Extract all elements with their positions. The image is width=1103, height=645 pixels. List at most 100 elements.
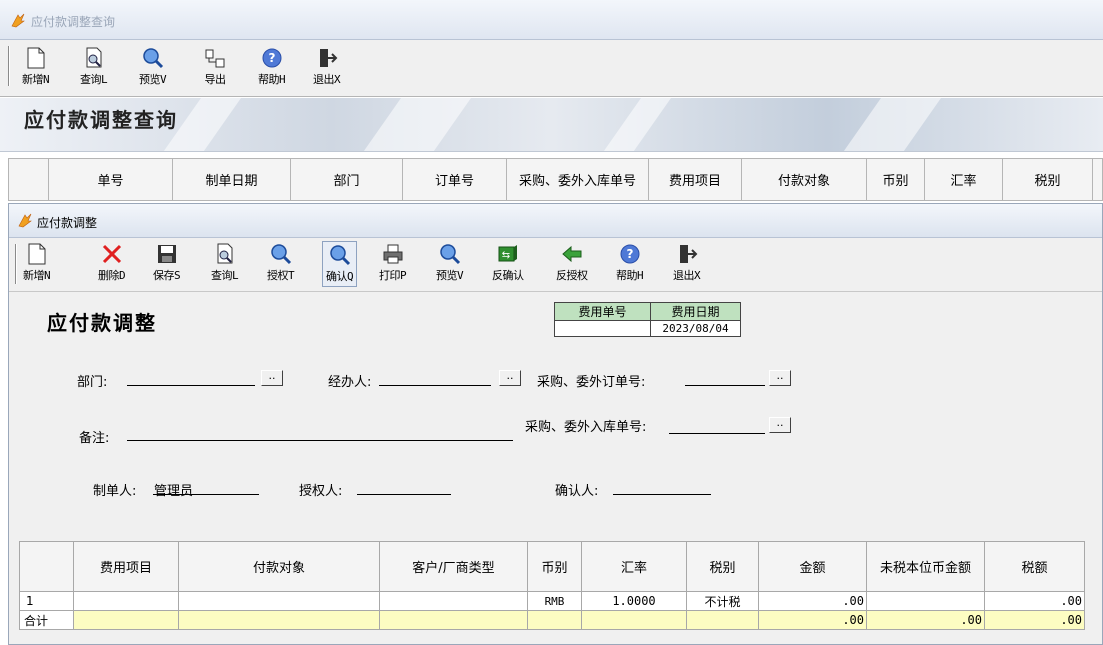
handler-field[interactable]	[379, 385, 491, 386]
fee-date-label: 费用日期	[650, 302, 741, 321]
creator-label: 制单人:	[93, 484, 137, 499]
inbound-no-browse-button[interactable]: ..	[769, 417, 791, 433]
total-label: 合计	[19, 610, 74, 630]
printer-icon	[381, 243, 405, 265]
list-col-header[interactable]: 单号	[49, 159, 173, 200]
outer-new-button[interactable]: 新增N	[22, 47, 50, 87]
order-no-label: 采购、委外订单号:	[537, 375, 646, 390]
save-disk-icon	[155, 243, 179, 265]
cell-rate[interactable]: 1.0000	[581, 591, 687, 611]
new-document-icon	[25, 243, 49, 265]
grid-col-header[interactable]: 税别	[686, 541, 759, 592]
cell-fee-item[interactable]	[73, 591, 179, 611]
remark-label: 备注:	[79, 431, 110, 446]
inner-unauthorize-button[interactable]: 反授权	[556, 243, 588, 283]
grid-col-header[interactable]: 汇率	[581, 541, 687, 592]
inner-authorize-button[interactable]: 授权T	[267, 243, 295, 283]
dept-browse-button[interactable]: ..	[261, 370, 283, 386]
order-no-field[interactable]	[685, 385, 765, 386]
svg-text:?: ?	[626, 247, 633, 261]
inner-preview-button[interactable]: 预览V	[436, 243, 464, 283]
grid-col-header[interactable]: 金额	[758, 541, 867, 592]
list-col-header[interactable]: 采购、委外入库单号	[507, 159, 649, 200]
outer-banner-title: 应付款调整查询	[24, 108, 178, 132]
banner-decoration	[831, 98, 949, 151]
help-icon: ?	[260, 47, 284, 69]
inner-unconfirm-button[interactable]: ⇆ 反确认	[492, 243, 524, 283]
inner-query-button[interactable]: 查询L	[211, 243, 239, 283]
cell-party-type[interactable]	[379, 591, 528, 611]
inner-delete-button[interactable]: 删除D	[98, 243, 126, 283]
remark-field[interactable]	[127, 440, 513, 441]
grid-col-header[interactable]: 税额	[984, 541, 1085, 592]
list-col-header[interactable]: 部门	[291, 159, 403, 200]
inner-title-bar: 应付款调整	[9, 204, 1102, 238]
list-col-header[interactable]: 订单号	[403, 159, 507, 200]
outer-preview-button[interactable]: 预览V	[139, 47, 167, 87]
grid-col-header[interactable]: 费用项目	[73, 541, 179, 592]
grid-col-header	[19, 541, 74, 592]
inner-save-button[interactable]: 保存S	[153, 243, 181, 283]
grid-col-header[interactable]: 付款对象	[178, 541, 380, 592]
outer-title-bar: 应付款调整查询	[0, 0, 1103, 40]
list-header-spacer	[9, 159, 49, 200]
cell-currency[interactable]: RMB	[527, 591, 582, 611]
list-col-header[interactable]: 付款对象	[742, 159, 867, 200]
cell-amount[interactable]: .00	[758, 591, 867, 611]
inner-confirm-button[interactable]: 确认Q	[322, 241, 358, 287]
total-cell	[527, 610, 582, 630]
inner-new-button[interactable]: 新增N	[23, 243, 51, 283]
query-document-icon	[213, 243, 237, 265]
grid-col-header[interactable]: 币别	[527, 541, 582, 592]
outer-exit-button[interactable]: 退出X	[313, 47, 341, 87]
inner-print-button[interactable]: 打印P	[379, 243, 407, 283]
toolbar-grip	[15, 244, 17, 284]
order-no-browse-button[interactable]: ..	[769, 370, 791, 386]
list-col-header[interactable]: 汇率	[925, 159, 1003, 200]
dept-label: 部门:	[77, 375, 108, 390]
outer-query-button[interactable]: 查询L	[80, 47, 108, 87]
outer-toolbar: 新增N 查询L 预览V 导出 ? 帮助H 退出X	[0, 40, 1103, 97]
magnifier-icon	[269, 243, 293, 265]
total-cell	[581, 610, 687, 630]
svg-text:?: ?	[268, 51, 275, 65]
inner-help-button[interactable]: ? 帮助H	[616, 243, 644, 283]
list-col-header[interactable]: 币别	[867, 159, 925, 200]
authorizer-field[interactable]	[357, 494, 451, 495]
total-cell	[686, 610, 759, 630]
toolbar-grip	[8, 46, 10, 86]
new-document-icon	[24, 47, 48, 69]
outer-export-button[interactable]: 导出	[203, 47, 227, 87]
row-number: 1	[19, 591, 74, 611]
inner-exit-button[interactable]: 退出X	[673, 243, 701, 283]
confirmer-field[interactable]	[613, 494, 711, 495]
help-icon: ?	[618, 243, 642, 265]
fee-no-label: 费用单号	[554, 302, 651, 321]
cell-payee[interactable]	[178, 591, 380, 611]
magnifier-icon	[438, 243, 462, 265]
dept-field[interactable]	[127, 385, 255, 386]
handler-browse-button[interactable]: ..	[499, 370, 521, 386]
list-col-header[interactable]: 制单日期	[173, 159, 291, 200]
grid-col-header[interactable]: 未税本位币金额	[866, 541, 985, 592]
fee-info-box: 费用单号 费用日期 2023/08/04	[554, 302, 741, 337]
cell-untaxed[interactable]	[866, 591, 985, 611]
outer-help-button[interactable]: ? 帮助H	[258, 47, 286, 87]
total-cell	[178, 610, 380, 630]
outer-window-title: 应付款调整查询	[31, 15, 116, 29]
exit-door-icon	[675, 243, 699, 265]
list-col-header[interactable]: 费用项目	[649, 159, 742, 200]
table-row[interactable]: 1 RMB 1.0000 不计税 .00 .00	[19, 591, 1085, 611]
authorizer-label: 授权人:	[299, 484, 343, 499]
confirmer-label: 确认人:	[555, 484, 599, 499]
cell-tax-type[interactable]: 不计税	[686, 591, 759, 611]
grid-col-header[interactable]: 客户/厂商类型	[379, 541, 528, 592]
query-document-icon	[82, 47, 106, 69]
cell-tax[interactable]: .00	[984, 591, 1085, 611]
unauthorize-icon	[560, 243, 584, 265]
magnifier-icon	[328, 244, 352, 266]
list-col-header[interactable]: 税别	[1003, 159, 1093, 200]
handler-label: 经办人:	[328, 375, 372, 390]
inner-window: 应付款调整 新增N 删除D 保存S 查询L 授权T 确认Q 打印P 预览V ⇆ …	[8, 203, 1103, 645]
inbound-no-field[interactable]	[669, 433, 765, 434]
